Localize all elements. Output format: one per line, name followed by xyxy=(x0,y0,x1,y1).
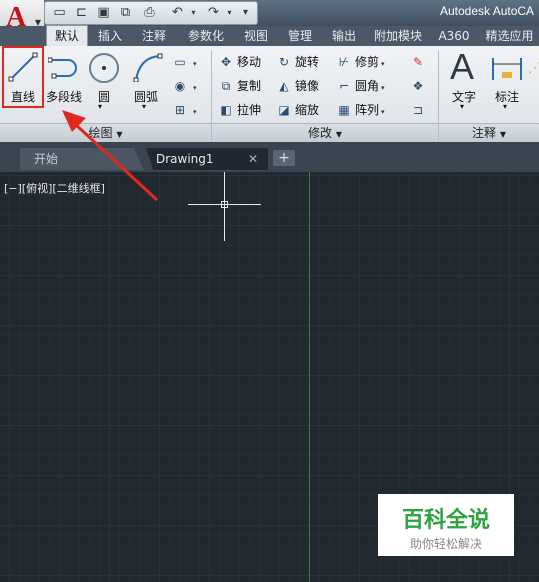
watermark-title: 百科全说 xyxy=(401,508,490,533)
watermark-subtitle: 助你轻松解决 xyxy=(409,537,482,551)
